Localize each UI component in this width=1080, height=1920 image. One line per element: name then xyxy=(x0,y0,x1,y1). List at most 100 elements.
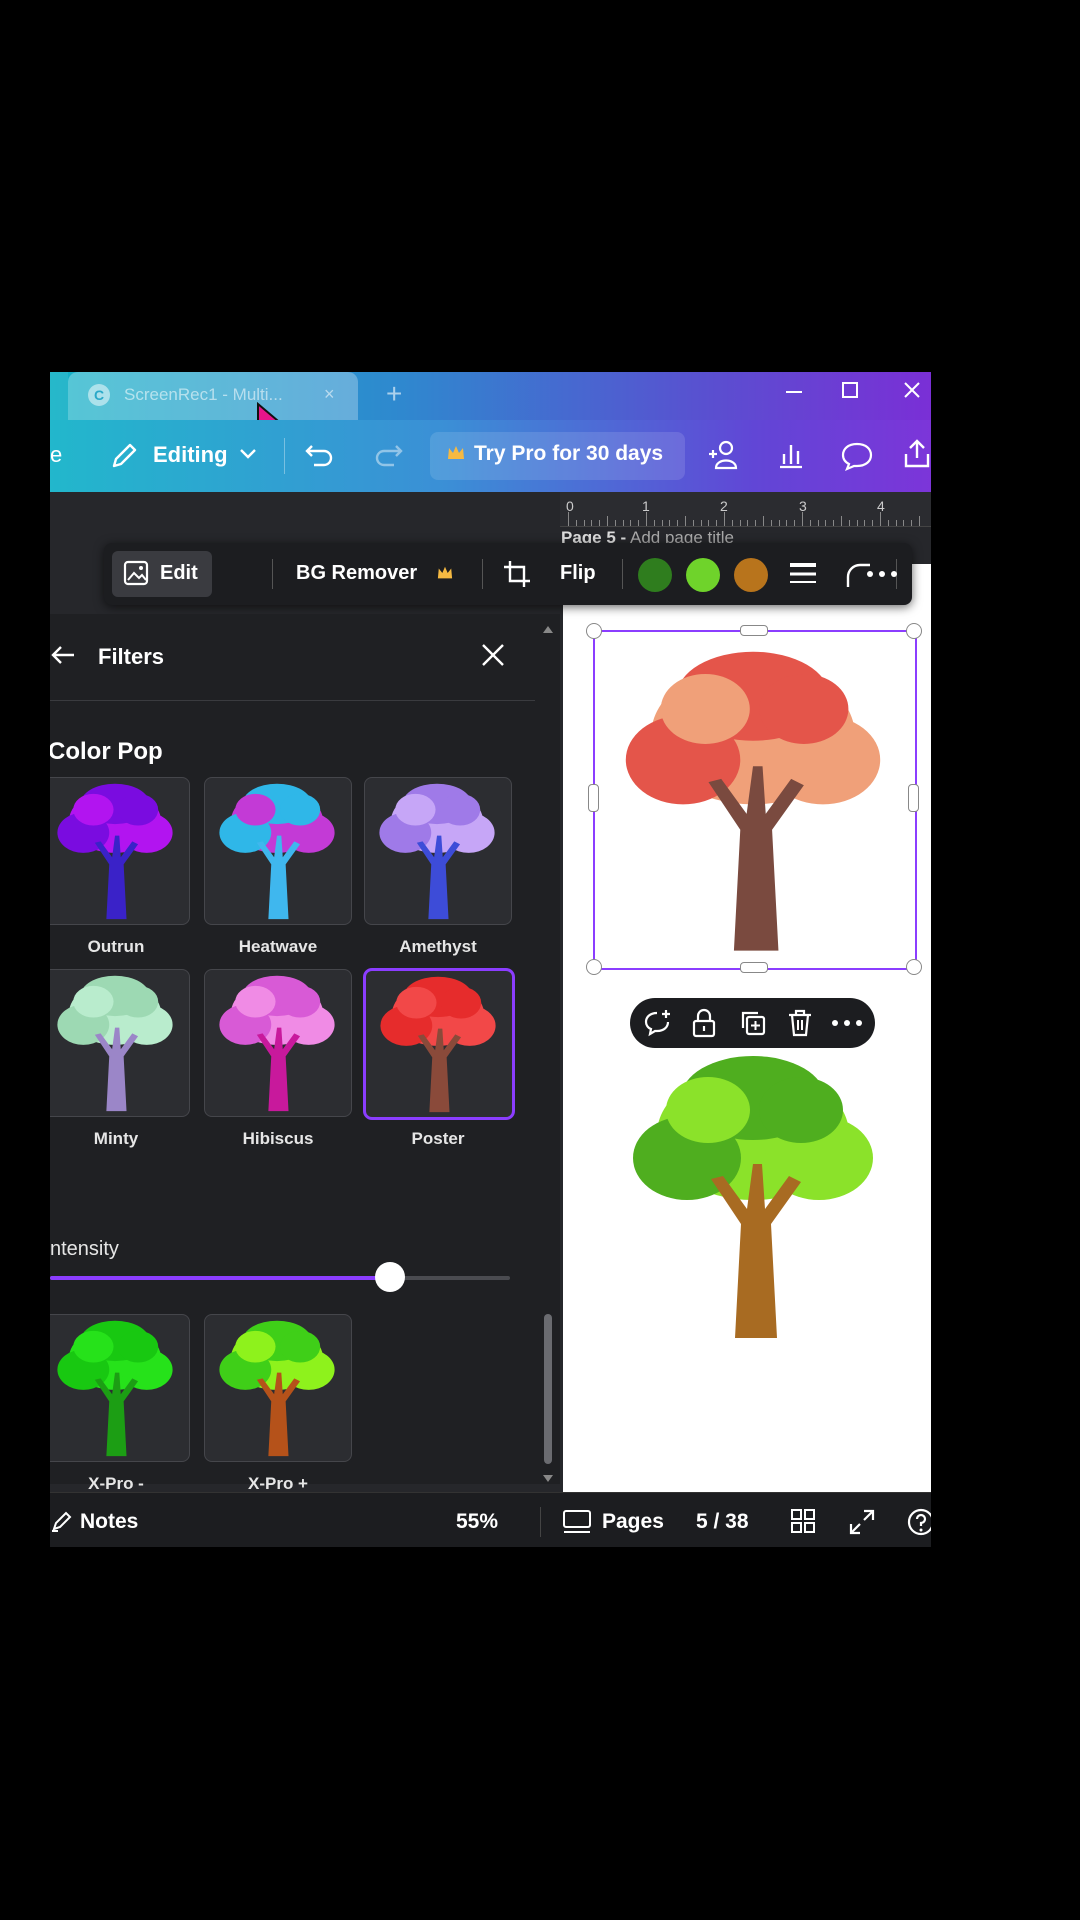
color-swatch[interactable] xyxy=(686,558,720,592)
ruler-tick xyxy=(802,512,803,526)
ruler-tick xyxy=(630,520,632,526)
chevron-down-icon[interactable] xyxy=(238,444,258,469)
panel-close-icon[interactable] xyxy=(480,642,506,673)
scroll-up-icon[interactable] xyxy=(542,624,554,634)
minimize-icon[interactable] xyxy=(784,378,804,408)
scroll-down-icon[interactable] xyxy=(542,1474,554,1484)
try-pro-label[interactable]: Try Pro for 30 days xyxy=(474,442,663,466)
share-people-icon[interactable] xyxy=(706,438,744,477)
statusbar-divider xyxy=(540,1507,541,1537)
ruler-tick xyxy=(825,520,827,526)
lock-icon[interactable] xyxy=(690,1008,718,1043)
resize-handle[interactable] xyxy=(586,959,602,975)
ruler-tick xyxy=(833,520,835,526)
scrollbar-thumb[interactable] xyxy=(544,1314,552,1464)
intensity-label: ntensity xyxy=(50,1238,119,1260)
zoom-level[interactable]: 55% xyxy=(456,1510,498,1534)
grid-view-icon[interactable] xyxy=(790,1508,816,1539)
ruler-tick xyxy=(763,516,764,526)
tree-image xyxy=(219,975,335,1112)
canva-favicon-icon: C xyxy=(88,384,110,406)
maximize-icon[interactable] xyxy=(840,378,860,408)
ruler-tick xyxy=(614,520,616,526)
panel-scrollbar[interactable] xyxy=(542,624,554,1484)
crop-icon[interactable] xyxy=(502,559,532,594)
duplicate-icon[interactable] xyxy=(738,1008,768,1043)
editbar-divider xyxy=(622,559,623,589)
comment-icon[interactable] xyxy=(840,440,874,477)
filter-label: Hibiscus xyxy=(242,1129,314,1148)
resize-handle[interactable] xyxy=(740,962,768,973)
ruler-tick xyxy=(591,520,593,526)
editbar-divider xyxy=(272,559,273,589)
filter-tile[interactable] xyxy=(50,969,190,1117)
filters-panel: Filters Color Pop Outrun Heatwave Amethyst… xyxy=(50,614,560,1493)
ruler-tick xyxy=(778,520,780,526)
filter-tile[interactable] xyxy=(204,777,352,925)
bg-remover-button[interactable]: BG Remover xyxy=(296,562,417,585)
ruler-tick xyxy=(583,520,585,526)
resize-handle[interactable] xyxy=(588,784,599,812)
back-arrow-icon[interactable] xyxy=(50,644,76,671)
ruler-tick xyxy=(677,520,679,526)
ai-comment-icon[interactable] xyxy=(642,1008,674,1043)
filter-label: X-Pro - xyxy=(88,1474,144,1493)
filter-tile[interactable] xyxy=(204,1314,352,1462)
editing-mode-button[interactable]: Editing xyxy=(153,442,228,468)
element-action-bar xyxy=(630,998,875,1048)
more-options-icon[interactable] xyxy=(865,560,899,593)
filter-tile[interactable] xyxy=(50,777,190,925)
resize-handle[interactable] xyxy=(908,784,919,812)
ruler-tick xyxy=(864,520,866,526)
filter-tile[interactable] xyxy=(364,969,514,1119)
fullscreen-icon[interactable] xyxy=(848,1508,876,1541)
resize-handle[interactable] xyxy=(906,623,922,639)
panel-title: Filters xyxy=(98,644,165,669)
color-swatch[interactable] xyxy=(734,558,768,592)
undo-icon[interactable] xyxy=(304,440,336,475)
resize-handle[interactable] xyxy=(740,625,768,636)
filter-tile[interactable] xyxy=(50,1314,190,1462)
ruler-tick xyxy=(919,516,920,526)
ruler-tick xyxy=(739,520,741,526)
filter-tile[interactable] xyxy=(204,969,352,1117)
new-tab-icon[interactable]: + xyxy=(386,378,402,410)
filter-tile[interactable] xyxy=(364,777,512,925)
flip-button[interactable]: Flip xyxy=(560,562,596,585)
color-swatch[interactable] xyxy=(638,558,672,592)
ruler-tick xyxy=(685,516,686,526)
help-icon[interactable] xyxy=(906,1507,931,1542)
pages-icon xyxy=(562,1509,592,1540)
notes-button[interactable]: Notes xyxy=(80,1510,138,1534)
file-menu[interactable]: e xyxy=(50,442,62,468)
ruler-tick xyxy=(692,520,694,526)
previous-tab[interactable] xyxy=(50,372,68,420)
window-close-icon[interactable] xyxy=(902,378,922,408)
redo-icon[interactable] xyxy=(372,440,404,475)
ruler-tick xyxy=(607,516,608,526)
ruler-tick xyxy=(887,520,889,526)
tree-image xyxy=(219,783,335,920)
tree-image xyxy=(633,1056,873,1338)
resize-handle[interactable] xyxy=(906,959,922,975)
pages-button[interactable]: Pages xyxy=(602,1510,664,1534)
ruler-tick xyxy=(575,520,577,526)
more-options-icon[interactable] xyxy=(830,1010,864,1041)
intensity-slider-track[interactable] xyxy=(50,1276,510,1280)
page-counter: 5 / 38 xyxy=(696,1510,749,1533)
image-edit-icon xyxy=(122,558,152,593)
browser-tab-bar: C ScreenRec1 - Multi... × + xyxy=(50,372,931,444)
panel-header-divider xyxy=(50,700,535,701)
tree-image xyxy=(379,783,495,920)
ruler-tick xyxy=(700,520,702,526)
analytics-icon[interactable] xyxy=(776,440,806,475)
trash-icon[interactable] xyxy=(786,1008,814,1043)
tab-close-icon[interactable]: × xyxy=(324,384,335,405)
section-title: Color Pop xyxy=(50,738,163,765)
resize-handle[interactable] xyxy=(586,623,602,639)
intensity-slider-handle[interactable] xyxy=(375,1262,406,1292)
share-upload-icon[interactable] xyxy=(902,438,931,475)
border-style-icon[interactable] xyxy=(788,561,818,594)
app-window: C ScreenRec1 - Multi... × + e Editing Tr… xyxy=(50,372,931,1547)
ruler-tick xyxy=(653,520,655,526)
